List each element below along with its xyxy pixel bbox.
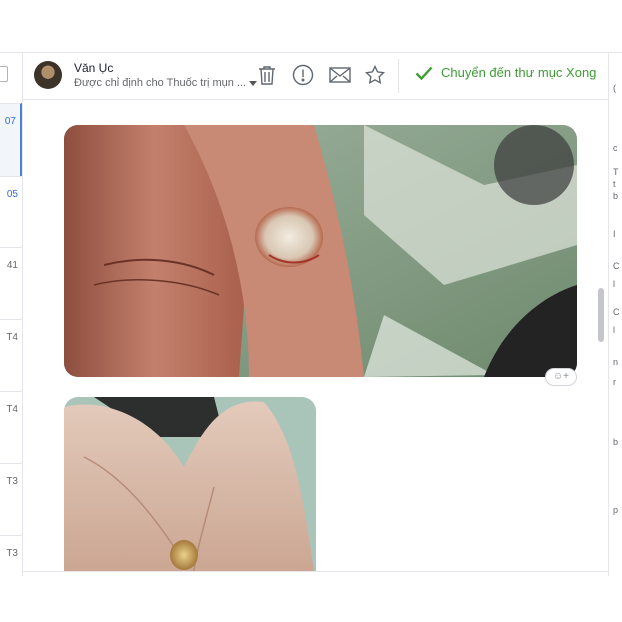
item-time: T3 (6, 476, 18, 487)
item-time: 41 (6, 260, 18, 271)
star-icon[interactable] (363, 63, 387, 87)
assignment-label[interactable]: Được chỉ định cho Thuốc trị mụn ... (74, 77, 246, 89)
scrollbar-thumb[interactable] (598, 288, 604, 342)
select-checkbox[interactable] (0, 66, 8, 82)
panel-text: b (613, 437, 619, 447)
conversation-list-item[interactable]: T4 (0, 319, 22, 392)
thread-bottom-divider (23, 571, 608, 572)
message-thread[interactable]: ☺+ (23, 100, 608, 572)
panel-text: p (613, 505, 619, 515)
panel-text: I (613, 229, 616, 239)
panel-text: c (613, 143, 618, 153)
trash-icon[interactable] (255, 63, 279, 87)
conversation-list-item[interactable]: T3 (0, 535, 22, 608)
item-time: T4 (6, 404, 18, 415)
conversation-list-item[interactable]: 07 (0, 103, 22, 176)
item-time: T3 (6, 548, 18, 559)
conversation-list: 07 05 41 T4 T4 T3 T3 (0, 53, 23, 576)
panel-text: ( (613, 83, 616, 93)
message-image[interactable] (64, 125, 577, 377)
panel-text: r (613, 377, 616, 387)
avatar[interactable] (34, 61, 62, 89)
panel-text: b (613, 191, 619, 201)
conversation-list-item[interactable]: T4 (0, 391, 22, 464)
conversation-list-item[interactable]: 41 (0, 247, 22, 320)
conversation-list-item[interactable]: T3 (0, 463, 22, 536)
exclamation-circle-icon[interactable] (291, 63, 315, 87)
panel-text: C (613, 261, 620, 271)
item-time: 05 (6, 189, 18, 200)
panel-text: n (613, 357, 619, 367)
move-to-done-label: Chuyển đến thư mục Xong (441, 65, 597, 80)
panel-text: l (613, 279, 615, 289)
panel-text: C (613, 307, 620, 317)
message-image[interactable] (64, 397, 316, 572)
check-icon (415, 66, 433, 80)
item-time: T4 (6, 332, 18, 343)
reaction-button[interactable]: ☺+ (545, 368, 577, 386)
envelope-icon[interactable] (328, 63, 352, 87)
panel-text: l (613, 325, 615, 335)
move-to-done-button[interactable]: Chuyển đến thư mục Xong (415, 65, 596, 80)
header-divider (398, 59, 399, 93)
info-panel: ( c T t b I C l C l n r b p (608, 53, 622, 576)
panel-text: T (613, 167, 619, 177)
item-time: 07 (4, 116, 16, 127)
conversation-list-item[interactable]: 05 (0, 176, 22, 249)
panel-text: t (613, 179, 616, 189)
conversation-header: Văn Ục Được chỉ định cho Thuốc trị mụn .… (23, 53, 608, 100)
sender-name[interactable]: Văn Ục (74, 61, 113, 75)
